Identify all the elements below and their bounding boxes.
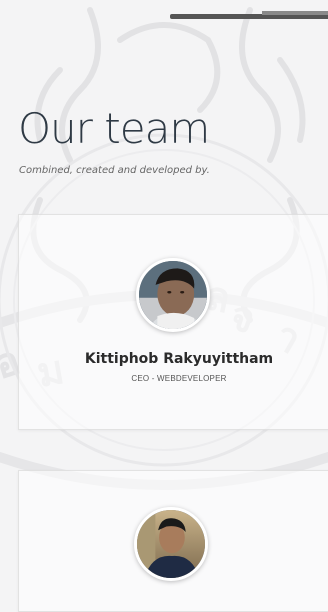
avatar-photo (137, 510, 205, 578)
avatar (136, 258, 210, 332)
page-title: Our team (18, 104, 210, 153)
member-name: Kittiphob Rakyuyittham (84, 351, 274, 367)
team-member-card: Kittiphob Rakyuyittham CEO - WEBDEVELOPE… (18, 214, 328, 430)
avatar (134, 507, 208, 581)
team-member-card (18, 470, 328, 612)
member-role: CEO - WEBDEVELOPER (131, 374, 227, 383)
avatar-photo (139, 261, 207, 329)
top-scroll-bar (170, 11, 328, 19)
page-subtitle: Combined, created and developed by. (19, 165, 210, 176)
